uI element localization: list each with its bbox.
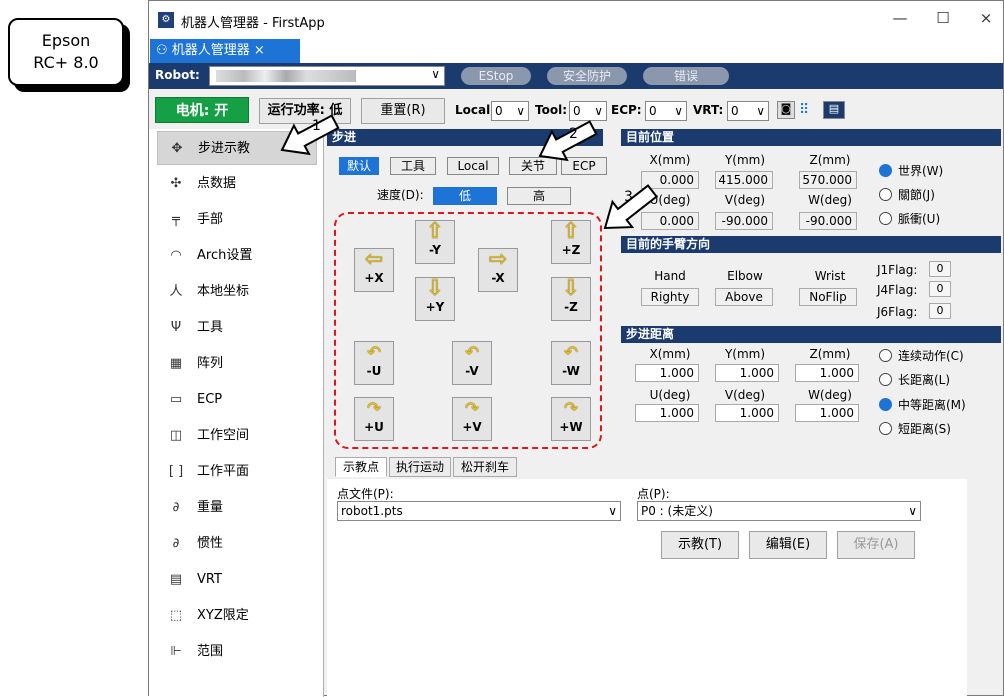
annotation-overlay <box>280 114 658 230</box>
annotation-arrow-2 <box>538 120 598 162</box>
annotation-number-2: 2 <box>569 126 578 142</box>
annotation-number-1: 1 <box>312 118 321 134</box>
annotation-number-3: 3 <box>624 189 633 205</box>
annotation-arrow-3 <box>603 184 658 230</box>
annotation-arrow-1 <box>280 114 340 156</box>
